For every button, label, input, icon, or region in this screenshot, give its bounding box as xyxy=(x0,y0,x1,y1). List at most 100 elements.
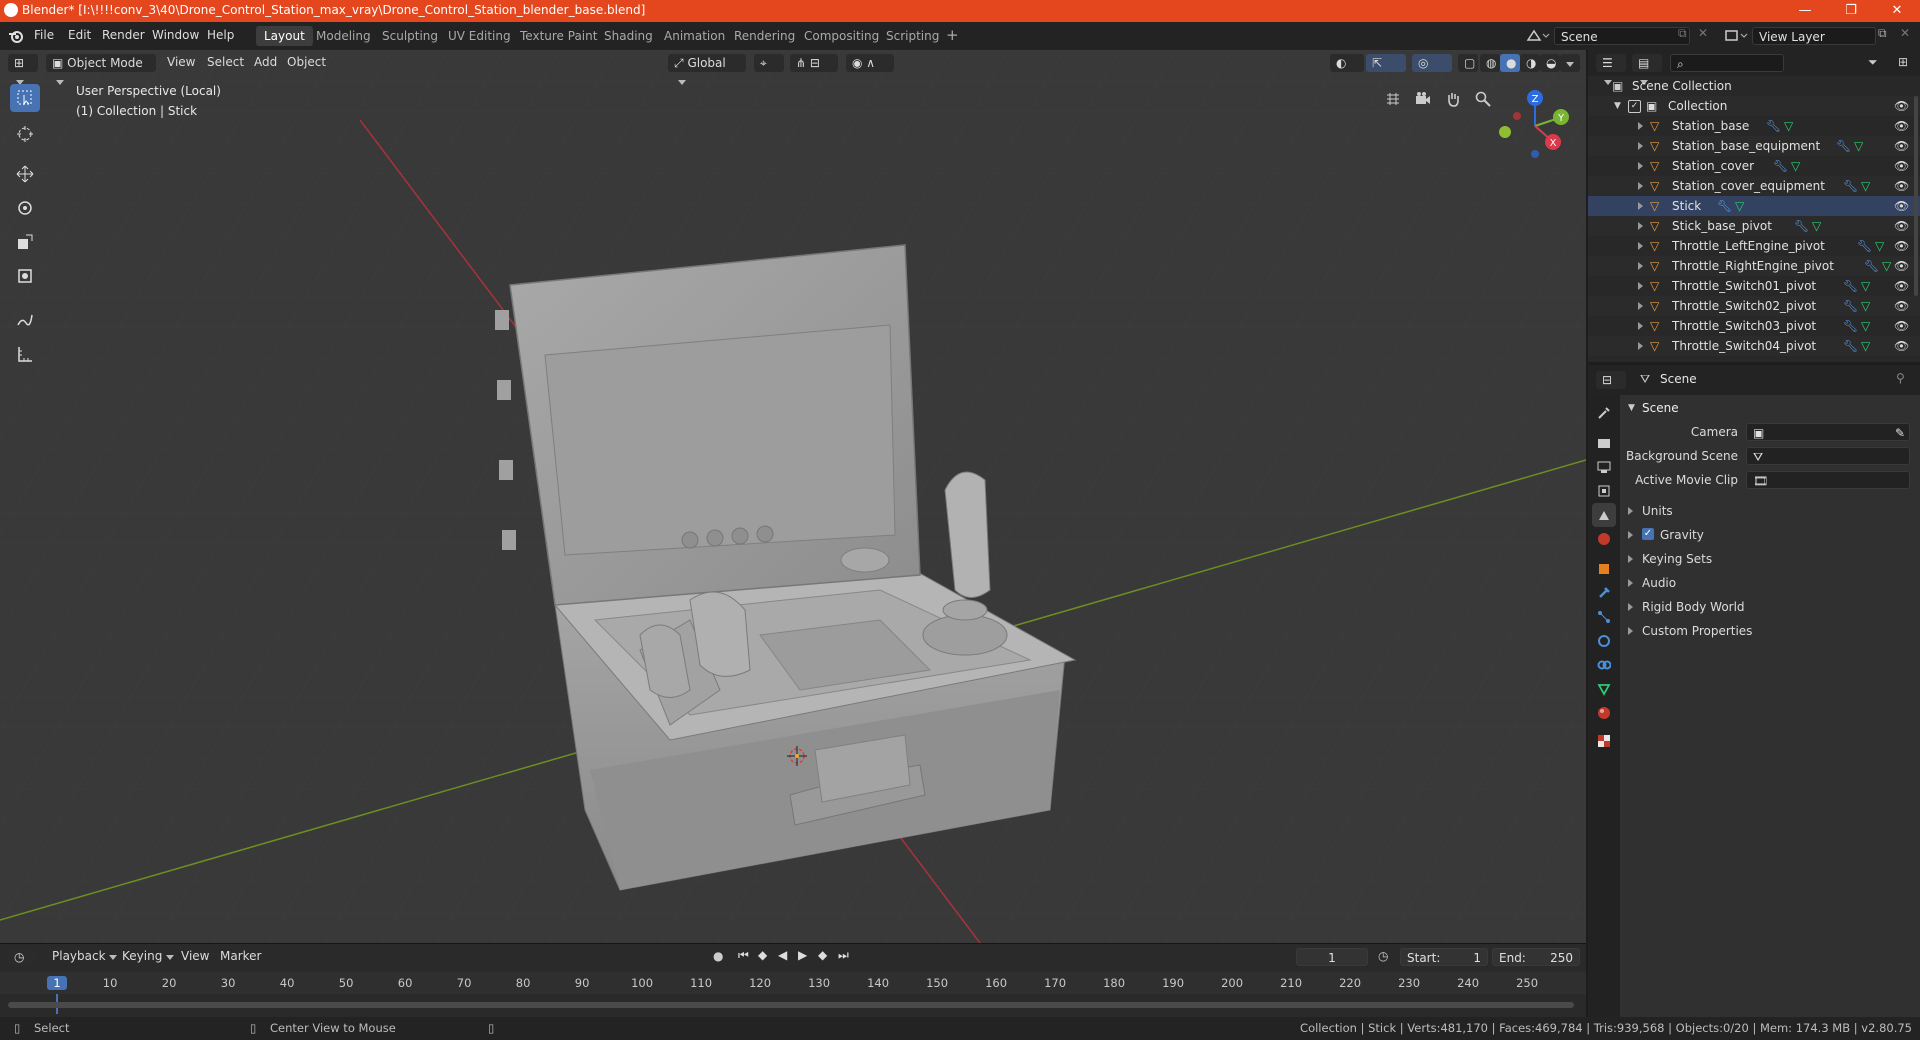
constraints-tab-icon[interactable] xyxy=(1592,653,1616,677)
maximize-button[interactable]: ❐ xyxy=(1828,0,1874,22)
eye-icon[interactable]: 👁 xyxy=(1894,256,1909,276)
eye-icon[interactable]: 👁 xyxy=(1894,196,1909,216)
minimize-button[interactable]: — xyxy=(1782,0,1828,22)
end-frame-field[interactable]: End: 250 xyxy=(1492,948,1580,966)
eye-icon[interactable]: 👁 xyxy=(1894,176,1909,196)
menu-add[interactable]: Add xyxy=(254,55,277,69)
eyedropper-icon[interactable]: ✎ xyxy=(1895,424,1905,442)
expand-arrow-icon[interactable] xyxy=(1638,256,1643,276)
scene-panel-header[interactable]: ▼ Scene xyxy=(1620,397,1920,419)
eye-icon[interactable]: 👁 xyxy=(1894,276,1909,296)
data-tab-icon[interactable] xyxy=(1592,677,1616,701)
expand-arrow-icon[interactable]: ▼ xyxy=(1614,96,1621,116)
eye-icon[interactable]: 👁 xyxy=(1894,316,1909,336)
audio-subpanel[interactable]: Audio xyxy=(1620,572,1920,594)
tab-texture-paint[interactable]: Texture Paint xyxy=(512,26,605,46)
viewport-scene[interactable] xyxy=(0,50,1586,943)
outliner-row-object[interactable]: ▽ Throttle_Switch04_pivot 🔧︎ ▽ 👁 xyxy=(1588,336,1920,356)
properties-editor-type-icon[interactable]: ⊟ xyxy=(1596,371,1626,402)
tool-tab-icon[interactable] xyxy=(1592,401,1616,425)
keying-sets-subpanel[interactable]: Keying Sets xyxy=(1620,548,1920,570)
eye-icon[interactable]: 👁 xyxy=(1894,216,1909,236)
play-icon[interactable]: ▶ xyxy=(798,948,807,962)
wireframe-shading-icon[interactable]: ◍ xyxy=(1480,54,1500,72)
camera-view-icon[interactable] xyxy=(1410,86,1436,112)
eye-icon[interactable]: 👁 xyxy=(1894,156,1909,176)
tab-scripting[interactable]: Scripting xyxy=(878,26,947,46)
outliner-row-object[interactable]: ▽ Station_cover_equipment 🔧︎ ▽ 👁 xyxy=(1588,176,1920,196)
timeline-scrollbar[interactable] xyxy=(8,1002,1574,1008)
eye-icon[interactable]: 👁 xyxy=(1894,96,1909,116)
timeline-view-menu[interactable]: View xyxy=(181,949,209,963)
expand-arrow-icon[interactable] xyxy=(1638,176,1643,196)
pin-icon[interactable]: ⚲ xyxy=(1896,371,1905,385)
jump-start-icon[interactable]: ⏮ xyxy=(738,948,749,963)
material-shading-icon[interactable]: ◑ xyxy=(1520,54,1540,72)
prev-keyframe-icon[interactable]: ◆ xyxy=(758,948,767,962)
proportional-editing-icon[interactable]: ◉ ∧ xyxy=(846,54,894,72)
eye-icon[interactable]: 👁 xyxy=(1894,336,1909,356)
render-tab-icon[interactable] xyxy=(1592,431,1616,455)
menu-file[interactable]: File xyxy=(34,28,54,42)
use-preview-range-icon[interactable]: ◷ xyxy=(1378,949,1388,963)
menu-view[interactable]: View xyxy=(167,55,195,69)
select-box-tool-icon[interactable] xyxy=(10,84,40,112)
tab-animation[interactable]: Animation xyxy=(656,26,733,46)
keying-menu[interactable]: Keying xyxy=(122,949,175,963)
output-tab-icon[interactable] xyxy=(1592,455,1616,479)
outliner-row-object[interactable]: ▽ Station_base 🔧︎ ▽ 👁 xyxy=(1588,116,1920,136)
physics-tab-icon[interactable] xyxy=(1592,629,1616,653)
custom-properties-subpanel[interactable]: Custom Properties xyxy=(1620,620,1920,642)
cursor-tool-icon[interactable] xyxy=(10,120,40,148)
scene-remove-icon[interactable]: ✕ xyxy=(1698,26,1708,40)
annotate-tool-icon[interactable] xyxy=(10,306,40,334)
collection-checkbox[interactable]: ✓ xyxy=(1628,100,1641,113)
pivot-point-icon[interactable]: ⌖ xyxy=(754,54,784,72)
editor-type-icon[interactable]: ⊞ xyxy=(8,54,38,85)
jump-end-icon[interactable]: ⏭ xyxy=(838,948,849,963)
view-layer-copy-icon[interactable]: ⧉ xyxy=(1878,26,1887,41)
timeline-editor-type-icon[interactable]: ◷ xyxy=(8,948,38,979)
units-subpanel[interactable]: Units xyxy=(1620,500,1920,522)
playback-menu[interactable]: Playback xyxy=(52,949,118,963)
menu-window[interactable]: Window xyxy=(152,28,199,42)
expand-arrow-icon[interactable] xyxy=(1638,136,1643,156)
rigid-body-world-subpanel[interactable]: Rigid Body World xyxy=(1620,596,1920,618)
camera-field[interactable]: ▣ ✎ xyxy=(1746,423,1910,441)
eye-icon[interactable]: 👁 xyxy=(1894,236,1909,256)
start-frame-field[interactable]: Start: 1 xyxy=(1400,948,1488,966)
scene-field[interactable]: Scene xyxy=(1554,27,1690,45)
expand-arrow-icon[interactable] xyxy=(1638,236,1643,256)
outliner-search-input[interactable]: ⌕ xyxy=(1670,54,1784,72)
menu-render[interactable]: Render xyxy=(102,28,145,42)
filter-icon[interactable]: ⏷ xyxy=(1868,55,1878,70)
material-tab-icon[interactable] xyxy=(1592,701,1616,725)
current-frame-field[interactable]: 1 xyxy=(1296,948,1368,966)
menu-select[interactable]: Select xyxy=(207,55,244,69)
particles-tab-icon[interactable] xyxy=(1592,605,1616,629)
shading-options-icon[interactable] xyxy=(1560,54,1580,72)
rotate-tool-icon[interactable] xyxy=(10,194,40,222)
scale-tool-icon[interactable] xyxy=(10,228,40,256)
expand-arrow-icon[interactable] xyxy=(1638,216,1643,236)
expand-arrow-icon[interactable] xyxy=(1638,276,1643,296)
toggle-camera-grid-icon[interactable] xyxy=(1380,86,1406,112)
solid-shading-icon[interactable]: ● xyxy=(1500,54,1520,72)
view-layer-remove-icon[interactable]: ✕ xyxy=(1900,26,1910,40)
outliner-row-scene-collection[interactable]: ▣ Scene Collection xyxy=(1588,76,1920,96)
tab-shading[interactable]: Shading xyxy=(596,26,661,46)
tab-modeling[interactable]: Modeling xyxy=(308,26,379,46)
outliner-row-object[interactable]: ▽ Stick_base_pivot 🔧︎ ▽ 👁 xyxy=(1588,216,1920,236)
overlays-toggle-icon[interactable]: ◎ xyxy=(1412,54,1452,72)
eye-icon[interactable]: 👁 xyxy=(1894,116,1909,136)
outliner-row-object[interactable]: ▽ Throttle_RightEngine_pivot 🔧︎ ▽ 👁 xyxy=(1588,256,1920,276)
outliner-row-object[interactable]: ▽ Throttle_Switch02_pivot 🔧︎ ▽ 👁 xyxy=(1588,296,1920,316)
outliner-row-object[interactable]: ▽ Throttle_Switch03_pivot 🔧︎ ▽ 👁 xyxy=(1588,316,1920,336)
visibility-icon[interactable]: ◐ xyxy=(1330,54,1364,72)
marker-menu[interactable]: Marker xyxy=(220,949,261,963)
background-scene-field[interactable]: ⛛ xyxy=(1746,447,1910,465)
add-workspace-icon[interactable]: + xyxy=(946,26,959,44)
snap-icon[interactable]: ⋔ ⊟ xyxy=(790,54,838,72)
menu-edit[interactable]: Edit xyxy=(68,28,91,42)
expand-arrow-icon[interactable] xyxy=(1638,156,1643,176)
